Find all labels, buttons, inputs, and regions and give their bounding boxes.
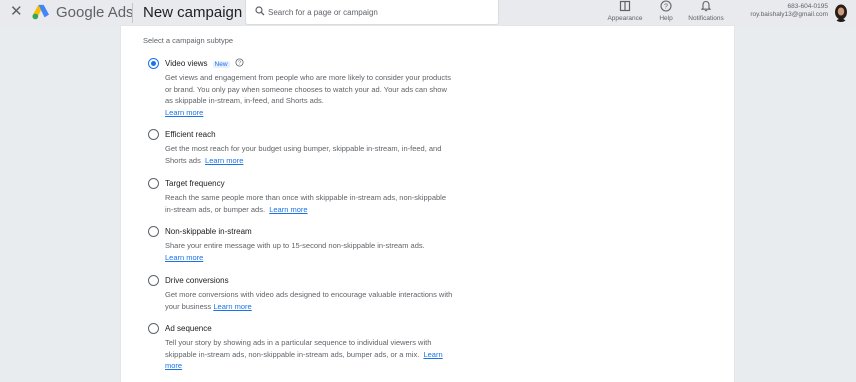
appearance-label: Appearance	[607, 15, 643, 22]
page-title: New campaign	[143, 4, 243, 21]
option-description: Get views and engagement from people who…	[165, 72, 455, 118]
help-circle-icon[interactable]: ?	[235, 58, 244, 67]
option-title-efficient-reach[interactable]: Efficient reach	[165, 130, 216, 139]
header-divider	[132, 3, 133, 23]
learn-more-link[interactable]: Learn more	[165, 253, 203, 262]
learn-more-link[interactable]: Learn more	[269, 205, 307, 214]
section-label: Select a campaign subtype	[143, 36, 234, 45]
option-description: Get the most reach for your budget using…	[165, 143, 455, 166]
description-text: Share your entire message with up to 15-…	[165, 241, 425, 250]
bell-icon	[700, 0, 712, 12]
search-icon	[255, 6, 265, 16]
learn-more-link[interactable]: Learn more	[205, 156, 243, 165]
learn-more-link[interactable]: Learn more	[165, 108, 203, 117]
search-input[interactable]	[268, 4, 493, 20]
help-label: Help	[659, 15, 673, 22]
option-title-video-views[interactable]: Video views New?	[165, 58, 244, 68]
option-description: Tell your story by showing ads in a part…	[165, 337, 455, 372]
svg-text:?: ?	[238, 61, 241, 67]
radio-ad-sequence[interactable]	[148, 323, 159, 334]
description-text: Get more conversions with video ads desi…	[165, 290, 453, 311]
avatar-image	[835, 4, 847, 22]
appearance-icon	[619, 0, 631, 12]
account-id: 683-604-0195	[787, 3, 828, 10]
description-text: Get views and engagement from people who…	[165, 73, 451, 105]
option-description: Reach the same people more than once wit…	[165, 192, 455, 215]
appearance-button[interactable]: Appearance	[605, 0, 645, 22]
description-text: Tell your story by showing ads in a part…	[165, 338, 432, 359]
radio-efficient-reach[interactable]	[148, 129, 159, 140]
notifications-button[interactable]: Notifications	[684, 0, 728, 22]
account-email: roy.baishaly13@gmail.com	[750, 11, 828, 18]
radio-non-skippable-in-stream[interactable]	[148, 226, 159, 237]
google-ads-logo	[32, 4, 49, 20]
brand-name: Google Ads	[56, 4, 134, 21]
top-bar: ✕ Google Ads New campaign Appearance ? H…	[0, 0, 856, 26]
avatar[interactable]	[833, 4, 849, 22]
option-title-text: Video views	[165, 59, 208, 68]
learn-more-link[interactable]: Learn more	[213, 302, 251, 311]
svg-text:?: ?	[664, 4, 668, 11]
new-badge: New	[212, 61, 230, 68]
option-title-non-skippable[interactable]: Non-skippable in-stream	[165, 227, 252, 236]
help-icon: ?	[660, 0, 672, 12]
option-title-ad-sequence[interactable]: Ad sequence	[165, 324, 212, 333]
radio-drive-conversions[interactable]	[148, 275, 159, 286]
option-title-drive-conversions[interactable]: Drive conversions	[165, 276, 229, 285]
help-button[interactable]: ? Help	[654, 0, 678, 22]
search-box[interactable]	[245, 0, 499, 25]
option-description: Get more conversions with video ads desi…	[165, 289, 455, 312]
radio-target-frequency[interactable]	[148, 178, 159, 189]
close-icon[interactable]: ✕	[10, 4, 23, 20]
notifications-label: Notifications	[688, 15, 724, 22]
radio-video-views[interactable]	[148, 58, 159, 69]
option-title-target-frequency[interactable]: Target frequency	[165, 179, 225, 188]
campaign-subtype-card: Select a campaign subtype Video views New…	[121, 26, 734, 382]
account-info[interactable]: 683-604-0195 roy.baishaly13@gmail.com	[750, 3, 828, 19]
option-description: Share your entire message with up to 15-…	[165, 240, 455, 263]
